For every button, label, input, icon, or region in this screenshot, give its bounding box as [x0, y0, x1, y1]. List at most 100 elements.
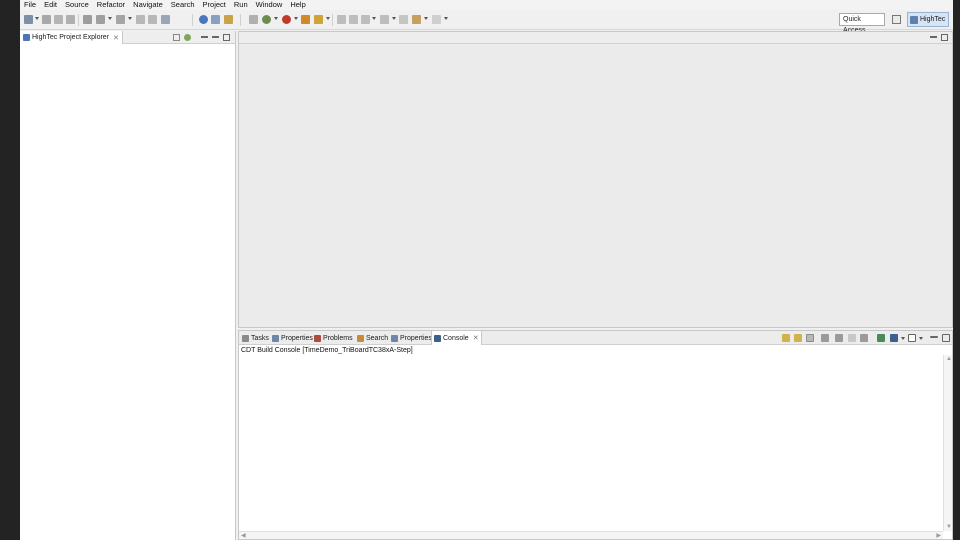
horizontal-scrollbar[interactable]: ◀ ▶ — [239, 531, 943, 539]
console-output[interactable] — [239, 355, 943, 531]
tab-label: Properties — [400, 334, 432, 342]
link-editor-icon[interactable] — [184, 34, 191, 41]
collapse-all-icon[interactable] — [173, 34, 180, 41]
chevron-down-icon[interactable] — [128, 17, 132, 20]
new-file-icon[interactable] — [24, 15, 33, 24]
chevron-down-icon[interactable] — [424, 17, 428, 20]
chevron-down-icon[interactable] — [274, 17, 278, 20]
chevron-down-icon[interactable] — [108, 17, 112, 20]
close-icon[interactable]: ✕ — [473, 334, 479, 342]
quick-access-input[interactable]: Quick Access — [839, 13, 885, 34]
clear-console-icon[interactable] — [821, 334, 829, 342]
search-icon — [357, 334, 364, 342]
new-project-icon[interactable] — [249, 15, 258, 24]
menu-file[interactable]: File — [24, 0, 36, 10]
chevron-down-icon[interactable] — [901, 337, 905, 340]
view-menu-icon[interactable] — [201, 36, 208, 38]
save-icon[interactable] — [42, 15, 51, 24]
tab-project-explorer[interactable]: HighTec Project Explorer ✕ — [20, 31, 123, 44]
menu-window[interactable]: Window — [256, 0, 283, 10]
tab-tasks[interactable]: Tasks — [240, 331, 271, 345]
toolbar-separator — [78, 14, 79, 26]
new-console-icon[interactable] — [908, 334, 916, 342]
perspective-label: HighTec — [920, 16, 946, 23]
search-tool-icon[interactable] — [314, 15, 323, 24]
properties-icon — [391, 334, 398, 342]
tasks-icon[interactable] — [337, 15, 346, 24]
tab-label: Console — [443, 334, 469, 342]
last-edit-icon[interactable] — [399, 15, 408, 24]
console-title: CDT Build Console [TimeDemo_TriBoardTC38… — [241, 347, 413, 354]
chevron-down-icon[interactable] — [326, 17, 330, 20]
close-icon[interactable]: ✕ — [113, 34, 119, 42]
chevron-down-icon[interactable] — [35, 17, 39, 20]
maximize-icon[interactable] — [942, 334, 950, 342]
clean-icon[interactable] — [116, 15, 125, 24]
menu-refactor[interactable]: Refactor — [97, 0, 125, 10]
outline-icon[interactable] — [349, 15, 358, 24]
menu-run[interactable]: Run — [234, 0, 248, 10]
mail-icon[interactable] — [211, 15, 220, 24]
toolbar-separator — [240, 14, 241, 26]
menu-edit[interactable]: Edit — [44, 0, 57, 10]
tab-properties-2[interactable]: Properties — [389, 331, 434, 345]
minimize-icon[interactable] — [930, 36, 937, 38]
editor-area — [238, 31, 953, 328]
maximize-icon[interactable] — [223, 34, 230, 41]
edit-icon[interactable] — [161, 15, 170, 24]
menu-help[interactable]: Help — [290, 0, 305, 10]
tasks-icon — [242, 334, 249, 342]
lock-icon[interactable] — [794, 334, 802, 342]
scroll-left-icon[interactable]: ◀ — [241, 532, 246, 539]
scroll-up-icon[interactable]: ▲ — [946, 356, 952, 362]
package-icon[interactable] — [224, 15, 233, 24]
project-explorer-view: HighTec Project Explorer ✕ — [20, 31, 236, 540]
chevron-down-icon[interactable] — [294, 17, 298, 20]
run-icon[interactable] — [282, 15, 291, 24]
scroll-right-icon[interactable]: ▶ — [936, 532, 941, 539]
project-explorer-icon — [23, 34, 30, 41]
chevron-down-icon[interactable] — [372, 17, 376, 20]
tool-icon[interactable] — [148, 15, 157, 24]
scroll-lock-icon[interactable] — [806, 334, 814, 342]
prev-annotation-icon[interactable] — [380, 15, 389, 24]
main-toolbar: Quick Access HighTec — [20, 10, 953, 34]
word-wrap-icon[interactable] — [848, 334, 856, 342]
tab-search[interactable]: Search — [355, 331, 390, 345]
maximize-icon[interactable] — [941, 34, 948, 41]
copy-icon[interactable] — [835, 334, 843, 342]
menu-source[interactable]: Source — [65, 0, 89, 10]
chevron-down-icon[interactable] — [444, 17, 448, 20]
minimize-icon[interactable] — [212, 36, 219, 38]
open-perspective-icon[interactable] — [892, 15, 901, 24]
vertical-scrollbar[interactable]: ▲ ▼ — [943, 355, 952, 531]
pin-icon[interactable] — [782, 334, 790, 342]
menu-project[interactable]: Project — [203, 0, 226, 10]
save-all-icon[interactable] — [54, 15, 63, 24]
ide-window: File Edit Source Refactor Navigate Searc… — [0, 0, 960, 540]
tab-properties[interactable]: Properties — [270, 331, 315, 345]
back-icon[interactable] — [412, 15, 421, 24]
perspective-hightec-button[interactable]: HighTec — [907, 12, 949, 27]
right-screen-border — [953, 0, 960, 540]
menu-search[interactable]: Search — [171, 0, 195, 10]
tool-icon[interactable] — [136, 15, 145, 24]
open-console-icon[interactable] — [877, 334, 885, 342]
display-selected-icon[interactable] — [860, 334, 868, 342]
tab-problems[interactable]: Problems — [312, 331, 355, 345]
build-icon[interactable] — [83, 15, 92, 24]
help-icon[interactable] — [199, 15, 208, 24]
scroll-down-icon[interactable]: ▼ — [946, 524, 952, 530]
next-annotation-icon[interactable] — [361, 15, 370, 24]
chevron-down-icon[interactable] — [919, 337, 923, 340]
menu-navigate[interactable]: Navigate — [133, 0, 163, 10]
tab-console[interactable]: Console ✕ — [431, 331, 482, 345]
display-console-icon[interactable] — [890, 334, 898, 342]
minimize-icon[interactable] — [930, 336, 938, 338]
print-icon[interactable] — [66, 15, 75, 24]
debug-icon[interactable] — [262, 15, 271, 24]
forward-icon[interactable] — [432, 15, 441, 24]
chevron-down-icon[interactable] — [392, 17, 396, 20]
build-all-icon[interactable] — [96, 15, 105, 24]
external-tools-icon[interactable] — [301, 15, 310, 24]
